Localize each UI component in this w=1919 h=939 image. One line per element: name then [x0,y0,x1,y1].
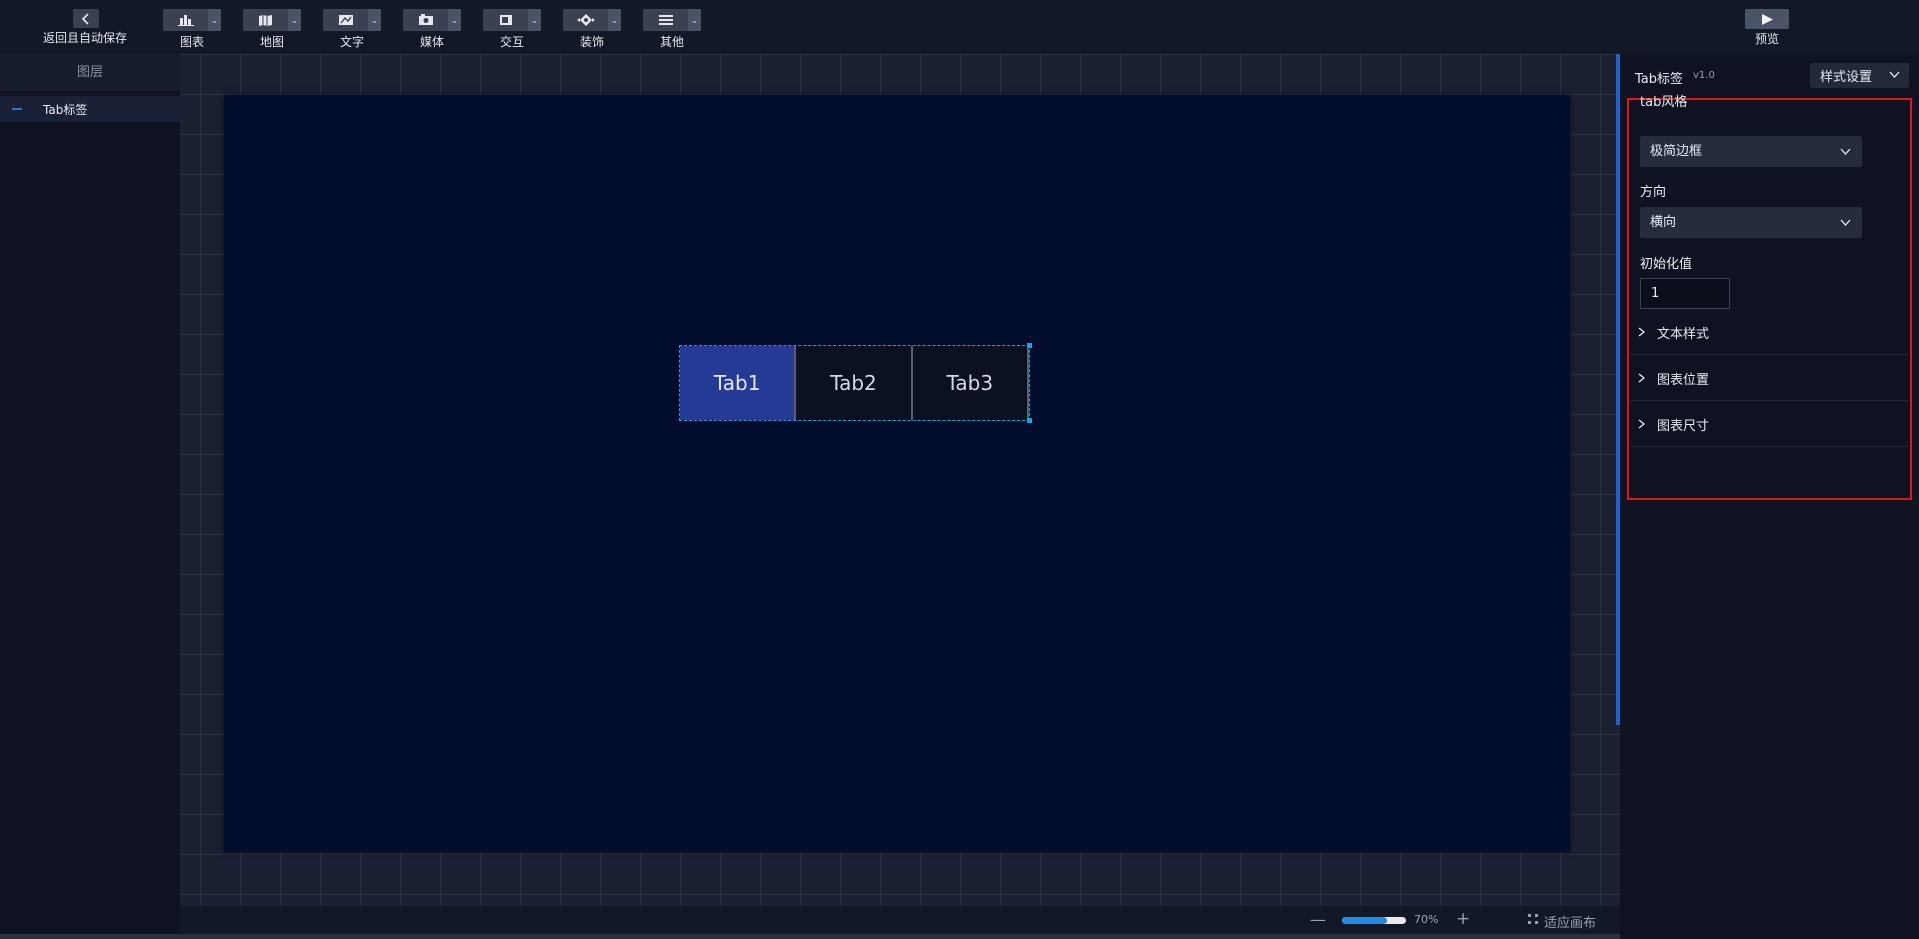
bar-chart-icon [163,9,208,31]
chevron-down-icon[interactable]: ⌄ [208,9,221,31]
tool-label: 媒体 [419,35,444,49]
tool-label: 其他 [659,35,684,49]
section-chart-position[interactable]: 图表位置 [1630,355,1908,401]
play-icon [1762,13,1773,25]
other-icon [643,9,688,31]
section-label: 图表位置 [1657,373,1710,388]
tool-map-button[interactable]: ⌄ [243,9,301,31]
zoom-slider-fill [1342,917,1387,924]
tool-text[interactable]: ⌄ 文字 [323,9,381,49]
zoom-in-button[interactable]: + [1456,909,1470,929]
preview-button[interactable] [1745,9,1789,29]
zoom-slider[interactable] [1342,917,1406,924]
fit-canvas-button[interactable]: 适应画布 [1544,912,1596,931]
zoom-bar: — 70% + 适应画布 [180,906,1620,934]
section-text-style[interactable]: 文本样式 [1630,309,1908,355]
tool-interaction-button[interactable]: ⌄ [483,9,541,31]
section-label: 图表尺寸 [1657,419,1710,434]
chevron-down-icon[interactable]: ⌄ [288,9,301,31]
layers-panel: 图层 Tab标签 [0,54,180,939]
component-version: v1.0 [1693,70,1715,81]
tool-decoration-button[interactable]: ⌄ [563,9,621,31]
fit-screen-icon[interactable] [1528,914,1538,924]
tool-media[interactable]: ⌄ 媒体 [403,9,461,49]
tool-decoration[interactable]: ⌄ 装饰 [563,9,621,49]
resize-handle[interactable] [1027,343,1032,348]
section-chart-size[interactable]: 图表尺寸 [1630,401,1908,447]
zoom-out-button[interactable]: — [1310,910,1326,929]
tool-other-button[interactable]: ⌄ [643,9,701,31]
tab-3[interactable]: Tab3 [912,346,1029,420]
zoom-value: 70% [1414,913,1439,926]
chevron-down-icon[interactable]: ⌄ [448,9,461,31]
preview-label[interactable]: 预览 [1740,30,1794,47]
chevron-down-icon [1840,219,1851,226]
top-toolbar: 返回且自动保存 ⌄ 图表 ⌄ 地图 ⌄ 文字 ⌄ 媒体 ⌄ 交互 ⌄ 装饰 ⌄ … [0,0,1919,54]
chevron-right-icon [1638,419,1645,429]
chevron-down-icon[interactable]: ⌄ [688,9,701,31]
back-button[interactable] [73,9,99,28]
layer-item[interactable]: Tab标签 [0,96,180,122]
initial-value-label: 初始化值 [1640,257,1693,272]
text-icon [323,9,368,31]
direction-select[interactable]: 横向 [1640,207,1862,238]
canvas-area[interactable]: Tab1 Tab2 Tab3 [180,54,1620,906]
chevron-right-icon [1638,373,1645,383]
map-icon [243,9,288,31]
chevron-down-icon[interactable]: ⌄ [368,9,381,31]
tool-label: 地图 [259,35,284,49]
resize-handle[interactable] [1027,418,1032,423]
tab-1[interactable]: Tab1 [680,346,797,420]
media-icon [403,9,448,31]
chevron-down-icon [1889,71,1900,78]
direction-value: 横向 [1650,215,1677,230]
tool-text-button[interactable]: ⌄ [323,9,381,31]
tool-label: 交互 [499,35,524,49]
layer-item-label: Tab标签 [43,103,88,117]
tool-label: 图表 [179,35,204,49]
tool-chart[interactable]: ⌄ 图表 [163,9,221,49]
tool-media-button[interactable]: ⌄ [403,9,461,31]
tool-chart-button[interactable]: ⌄ [163,9,221,31]
component-title: Tab标签 [1635,72,1684,87]
style-settings-label: 样式设置 [1820,70,1873,85]
chevron-down-icon [1840,148,1851,155]
canvas-stage[interactable]: Tab1 Tab2 Tab3 [224,95,1570,852]
section-label: 文本样式 [1657,327,1710,342]
tab-style-select[interactable]: 极简边框 [1640,136,1862,167]
style-settings-dropdown[interactable]: 样式设置 [1810,63,1909,88]
layers-title: 图层 [0,54,180,91]
layer-type-icon [12,108,22,110]
tab-style-value: 极简边框 [1650,144,1703,159]
tool-label: 文字 [339,35,364,49]
direction-label: 方向 [1640,185,1667,200]
app-root: 返回且自动保存 ⌄ 图表 ⌄ 地图 ⌄ 文字 ⌄ 媒体 ⌄ 交互 ⌄ 装饰 ⌄ … [0,0,1919,939]
chevron-down-icon[interactable]: ⌄ [608,9,621,31]
tabs-widget[interactable]: Tab1 Tab2 Tab3 [679,343,1032,423]
tool-interaction[interactable]: ⌄ 交互 [483,9,541,49]
chevron-right-icon [1638,327,1645,337]
tool-map[interactable]: ⌄ 地图 [243,9,301,49]
tool-other[interactable]: ⌄ 其他 [643,9,701,49]
config-panel: Tab标签 v1.0 样式设置 tab风格 极简边框 方向 横向 初始化值 1 … [1620,54,1919,939]
tab-2[interactable]: Tab2 [796,346,913,420]
interaction-icon [483,9,528,31]
tool-label: 装饰 [579,35,604,49]
tab-style-label: tab风格 [1640,95,1688,110]
chevron-left-icon [81,12,89,25]
initial-value-input[interactable]: 1 [1640,278,1730,309]
chevron-down-icon[interactable]: ⌄ [528,9,541,31]
decoration-icon [563,9,608,31]
back-save-label[interactable]: 返回且自动保存 [20,29,150,46]
